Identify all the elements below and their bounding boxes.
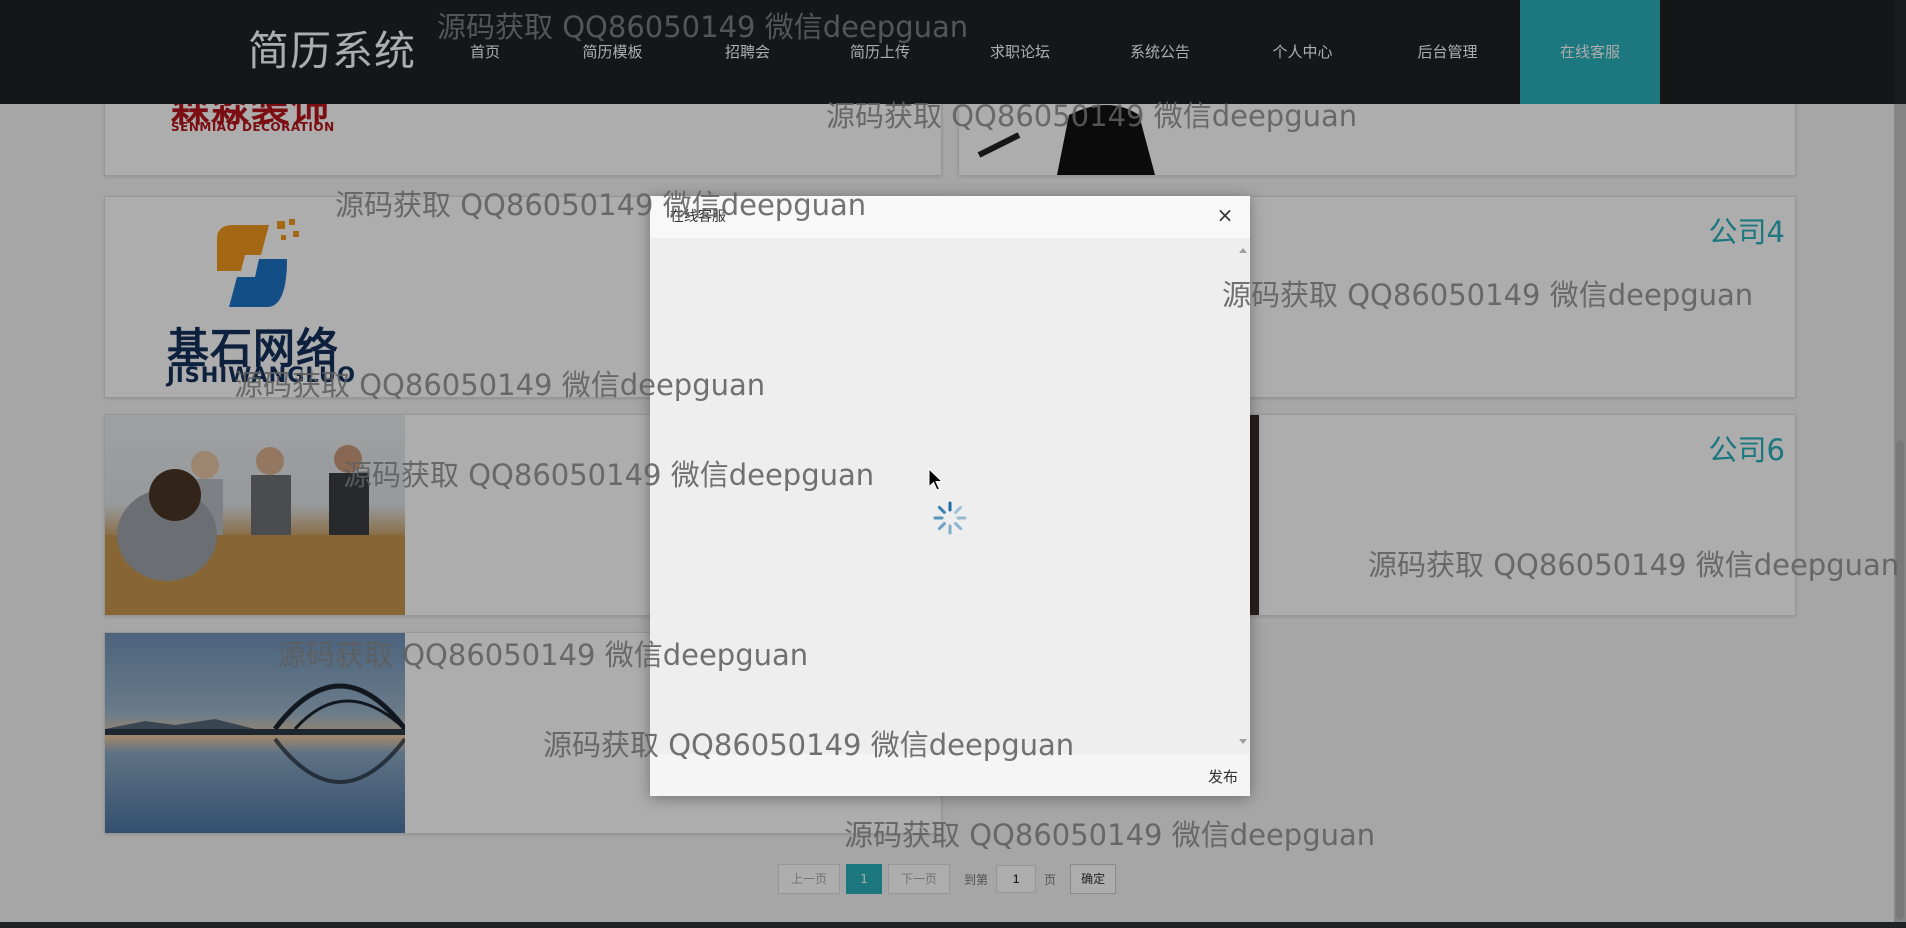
mouse-cursor-icon [928, 468, 944, 491]
page-bottom-bar [0, 922, 1906, 928]
dialog-scrollbar[interactable] [1236, 238, 1250, 754]
close-icon[interactable]: × [1214, 204, 1236, 226]
scroll-up-arrow-icon[interactable] [1239, 248, 1247, 253]
loading-spinner-icon [933, 501, 967, 535]
dialog-header[interactable]: 在线客服 × [650, 196, 1250, 239]
publish-button[interactable]: 发布 [1208, 766, 1238, 787]
dialog-title: 在线客服 [670, 209, 726, 225]
scroll-down-arrow-icon[interactable] [1239, 739, 1247, 744]
dialog-footer: 发布 [650, 754, 1250, 796]
page-scrollbar[interactable] [1894, 0, 1906, 922]
page-scrollbar-thumb[interactable] [1896, 440, 1904, 920]
online-service-dialog: 在线客服 × 发布 [650, 196, 1250, 796]
chat-messages-area[interactable] [650, 238, 1250, 754]
